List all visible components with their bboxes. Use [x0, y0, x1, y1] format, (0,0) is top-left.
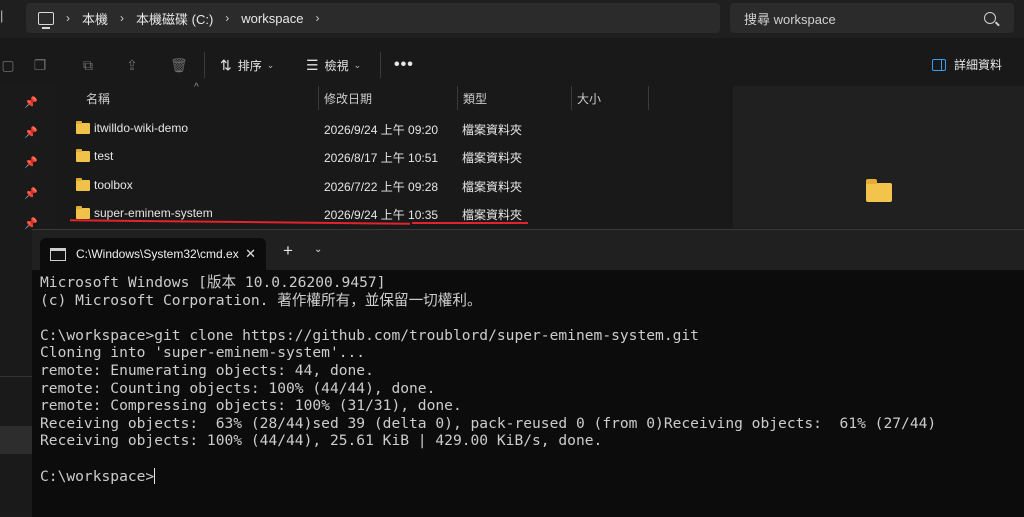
chevron-down-icon: ⌄: [266, 59, 275, 70]
copy-icon[interactable]: ❐: [32, 57, 48, 73]
folder-icon: [76, 149, 90, 162]
file-explorer-window: | › 本機 › 本機磁碟 (C:) › workspace › 搜尋 work…: [0, 0, 1024, 517]
sort-button[interactable]: ⇅ 排序 ⌄: [220, 56, 274, 74]
close-icon[interactable]: ✕: [245, 246, 256, 262]
column-divider[interactable]: [648, 86, 649, 110]
search-input[interactable]: 搜尋 workspace: [744, 9, 984, 28]
toolbar-divider: [380, 52, 381, 78]
column-header-date[interactable]: 修改日期: [324, 86, 372, 110]
sort-label: 排序: [237, 58, 262, 73]
chevron-right-icon[interactable]: ›: [303, 11, 331, 25]
pin-icon[interactable]: 📌: [24, 156, 38, 169]
sort-icon: ⇅: [220, 56, 232, 73]
terminal-tab-bar: C:\Windows\System32\cmd.ex ✕ + ⌄: [32, 230, 1024, 270]
file-row[interactable]: itwilldo-wiki-demo 2026/9/24 上午 09:20 檔案…: [66, 114, 726, 142]
terminal-line: (c) Microsoft Corporation. 著作權所有，並保留一切權利…: [40, 291, 482, 309]
more-options-button[interactable]: •••: [394, 56, 414, 74]
new-item-icon[interactable]: ▢: [0, 57, 16, 73]
terminal-window[interactable]: C:\Windows\System32\cmd.ex ✕ + ⌄ Microso…: [32, 229, 1024, 517]
window-edge-glyph: |: [0, 8, 4, 23]
terminal-output[interactable]: Microsoft Windows [版本 10.0.26200.9457] (c…: [40, 274, 936, 485]
search-box[interactable]: 搜尋 workspace: [730, 3, 1014, 33]
file-date: 2026/7/22 上午 09:28: [324, 180, 439, 194]
preview-pane: [733, 86, 1024, 228]
details-label: 詳細資料: [954, 58, 1003, 72]
terminal-line: Receiving objects: 100% (44/44), 25.61 K…: [40, 432, 603, 450]
chevron-right-icon[interactable]: ›: [54, 11, 82, 25]
column-header-size[interactable]: 大小: [577, 86, 601, 110]
share-icon[interactable]: ⇪: [124, 57, 140, 73]
file-name: test: [94, 149, 114, 163]
terminal-line: remote: Enumerating objects: 44, done.: [40, 361, 374, 379]
file-date: 2026/9/24 上午 10:35: [324, 208, 439, 222]
terminal-line: Receiving objects: 63% (28/44)sed 39 (de…: [40, 414, 937, 432]
pin-icon[interactable]: 📌: [24, 96, 38, 109]
terminal-line: Cloning into 'super-eminem-system'...: [40, 344, 366, 362]
rename-icon[interactable]: ⧉: [80, 57, 96, 73]
chevron-right-icon[interactable]: ›: [213, 11, 241, 25]
file-date: 2026/8/17 上午 10:51: [324, 151, 439, 165]
file-date: 2026/9/24 上午 09:20: [324, 123, 439, 137]
folder-preview-icon: [866, 179, 892, 202]
address-bar[interactable]: › 本機 › 本機磁碟 (C:) › workspace ›: [26, 3, 720, 33]
details-pane-icon: [932, 58, 946, 71]
cmd-icon: [50, 247, 66, 261]
text-cursor: [154, 467, 156, 484]
computer-icon[interactable]: [38, 11, 54, 29]
details-pane-button[interactable]: 詳細資料: [932, 56, 1002, 73]
nav-divider: [0, 376, 32, 377]
view-label: 檢視: [324, 58, 349, 73]
terminal-prompt-line[interactable]: C:\workspace>: [40, 467, 936, 486]
address-row: | › 本機 › 本機磁碟 (C:) › workspace › 搜尋 work…: [0, 0, 1024, 38]
folder-icon: [76, 178, 90, 191]
sort-ascending-icon: ^: [194, 82, 199, 93]
folder-icon: [76, 206, 90, 219]
terminal-line: remote: Compressing objects: 100% (31/31…: [40, 397, 462, 415]
file-name: super-eminem-system: [94, 206, 213, 220]
breadcrumb-this-pc[interactable]: 本機: [82, 3, 108, 33]
toolbar-divider: [204, 52, 205, 78]
file-type: 檔案資料夾: [462, 208, 523, 222]
terminal-line: remote: Counting objects: 100% (44/44), …: [40, 379, 436, 397]
terminal-prompt: C:\workspace>: [40, 467, 155, 485]
terminal-line: Microsoft Windows [版本 10.0.26200.9457]: [40, 274, 386, 291]
search-icon[interactable]: [984, 12, 996, 24]
terminal-tab-title: C:\Windows\System32\cmd.ex: [76, 247, 239, 261]
chevron-down-icon: ⌄: [353, 59, 362, 70]
breadcrumb-workspace[interactable]: workspace: [241, 3, 303, 33]
file-row[interactable]: test 2026/8/17 上午 10:51 檔案資料夾: [66, 142, 726, 170]
column-divider[interactable]: [318, 86, 319, 110]
file-name: itwilldo-wiki-demo: [94, 121, 189, 135]
breadcrumb-local-disk[interactable]: 本機磁碟 (C:): [136, 3, 213, 33]
column-header-name[interactable]: 名稱: [86, 86, 110, 110]
column-header-type[interactable]: 類型: [463, 86, 487, 110]
nav-selected-item[interactable]: [0, 426, 32, 454]
terminal-tab[interactable]: C:\Windows\System32\cmd.ex ✕: [40, 238, 266, 270]
file-name: toolbox: [94, 178, 133, 192]
delete-icon[interactable]: 🗑: [170, 57, 188, 73]
file-row[interactable]: toolbox 2026/7/22 上午 09:28 檔案資料夾: [66, 171, 726, 199]
chevron-down-icon[interactable]: ⌄: [314, 244, 322, 255]
view-button[interactable]: ☰ 檢視 ⌄: [306, 56, 361, 74]
view-icon: ☰: [306, 56, 319, 73]
chevron-right-icon[interactable]: ›: [108, 11, 136, 25]
column-divider[interactable]: [571, 86, 572, 110]
column-divider[interactable]: [457, 86, 458, 110]
file-type: 檔案資料夾: [462, 151, 523, 165]
folder-icon: [76, 121, 90, 134]
pin-icon[interactable]: 📌: [24, 187, 38, 200]
file-type: 檔案資料夾: [462, 180, 523, 194]
file-type: 檔案資料夾: [462, 123, 523, 137]
terminal-line: C:\workspace>git clone https://github.co…: [40, 326, 699, 344]
pin-icon[interactable]: 📌: [24, 126, 38, 139]
red-underline-annotation: [412, 222, 528, 224]
new-tab-button[interactable]: +: [283, 241, 293, 261]
